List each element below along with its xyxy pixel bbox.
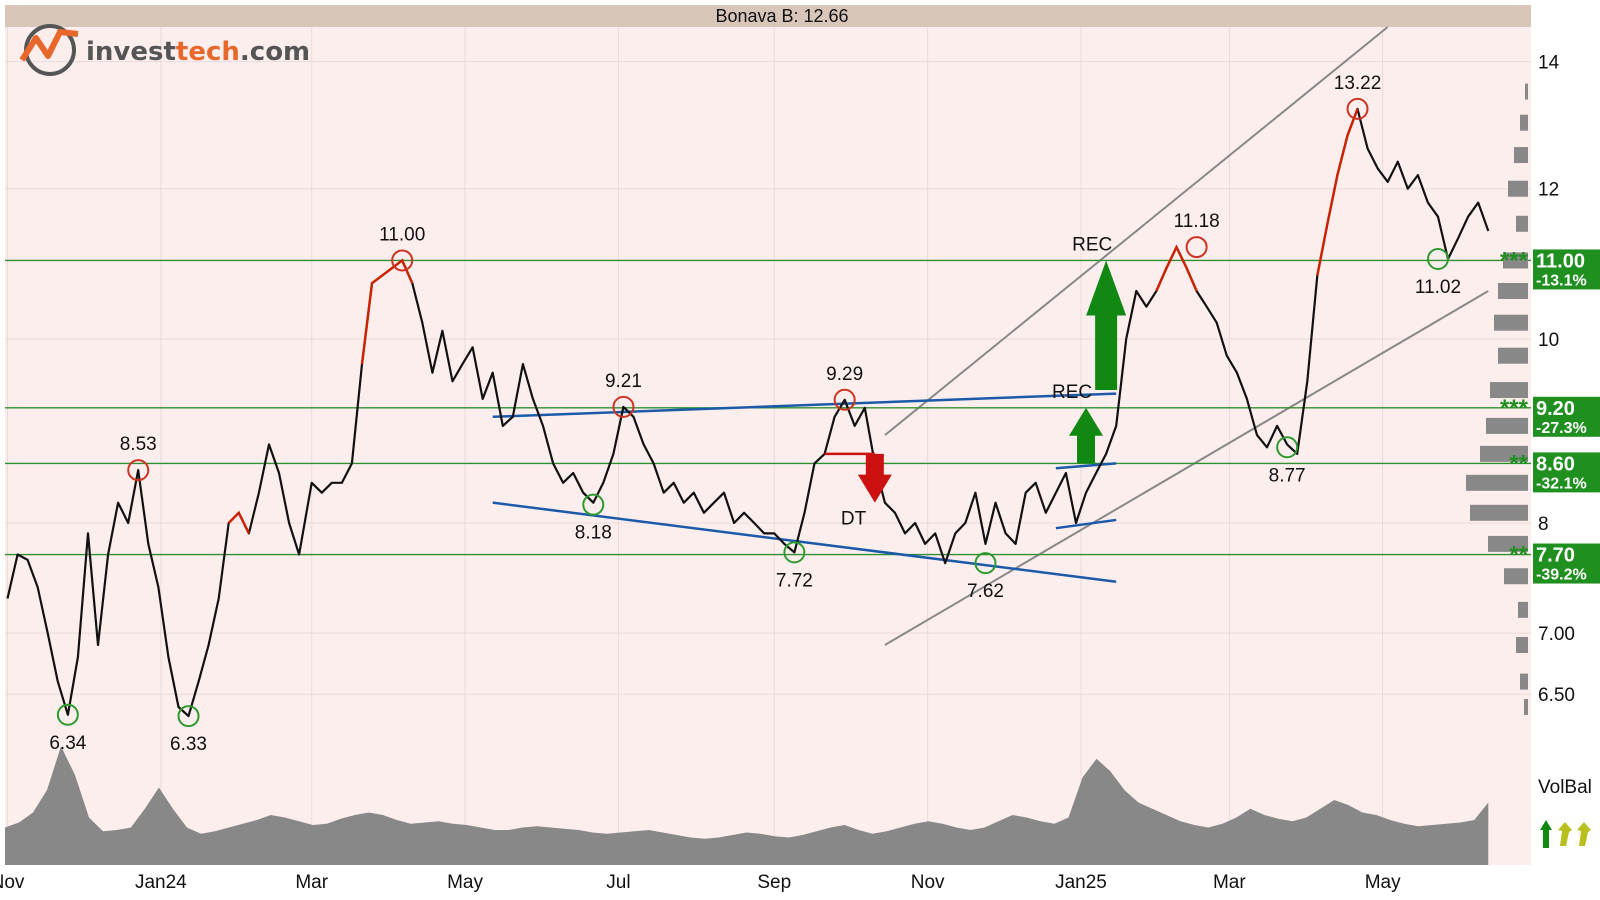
y-tick-label-5: 6.50 bbox=[1538, 685, 1575, 706]
x-tick-label-2: Mar bbox=[295, 872, 328, 893]
logo-text-main: invest bbox=[86, 37, 176, 67]
support-stars-3: ** bbox=[1509, 542, 1528, 569]
x-axis: Nov Jan24 Mar May Jul Sep Nov Jan25 Mar May bbox=[0, 872, 1401, 893]
pivot-label-1: 6.34 bbox=[49, 733, 86, 754]
support-stars-2: ** bbox=[1509, 450, 1528, 477]
stock-chart: Bonava B: 12.66 REC REC DT 8.53 6.34 6.33 11.… bbox=[0, 5, 1600, 900]
pivot-label-3: 11.00 bbox=[379, 224, 425, 245]
pivot-label-8: 7.62 bbox=[967, 581, 1004, 602]
volume-profile-bar-0 bbox=[1525, 83, 1528, 100]
x-tick-label-7: Jan25 bbox=[1055, 872, 1107, 893]
pivot-label-10: 8.77 bbox=[1269, 465, 1306, 486]
support-level-pct-0: -13.1% bbox=[1536, 272, 1587, 289]
support-level-label-0: 11.00 bbox=[1536, 250, 1585, 272]
signal-label-2: DT bbox=[841, 509, 867, 530]
logo-text: investtech.com bbox=[86, 37, 310, 67]
volume-profile-bar-1 bbox=[1520, 114, 1528, 131]
support-stars-0: *** bbox=[1500, 247, 1529, 274]
volume-profile-bar-17 bbox=[1516, 636, 1528, 653]
volume-profile-bar-13 bbox=[1470, 504, 1528, 521]
y-tick-label-2: 10 bbox=[1538, 330, 1559, 351]
volume-profile-bar-19 bbox=[1524, 699, 1528, 716]
volume-profile-bar-7 bbox=[1494, 314, 1528, 331]
x-tick-label-6: Nov bbox=[911, 872, 945, 893]
x-tick-label-0: Nov bbox=[0, 872, 25, 893]
pivot-label-6: 7.72 bbox=[776, 570, 813, 591]
support-level-label-3: 7.70 bbox=[1536, 545, 1575, 567]
support-level-label-1: 9.20 bbox=[1536, 398, 1575, 420]
support-stars-1: *** bbox=[1500, 395, 1529, 422]
volume-profile-bar-15 bbox=[1504, 568, 1528, 585]
chart-root: Bonava B: 12.66 REC REC DT 8.53 6.34 6.33 11.… bbox=[0, 0, 1600, 900]
x-tick-label-4: Jul bbox=[606, 872, 630, 893]
volume-profile-bar-18 bbox=[1520, 673, 1528, 690]
y-tick-label-1: 12 bbox=[1538, 180, 1559, 201]
volume-profile-bar-8 bbox=[1498, 347, 1528, 364]
pivot-label-11: 13.22 bbox=[1334, 73, 1382, 94]
y-tick-label-4: 7.00 bbox=[1538, 624, 1575, 645]
x-tick-label-9: May bbox=[1365, 872, 1401, 893]
pivot-label-9: 11.18 bbox=[1174, 211, 1220, 232]
y-tick-label-3: 8 bbox=[1538, 514, 1549, 535]
volume-profile-bar-6 bbox=[1498, 282, 1528, 299]
volume-label: VolBal bbox=[1538, 777, 1592, 798]
pivot-label-5: 9.21 bbox=[605, 371, 642, 392]
volume-profile-bar-4 bbox=[1516, 215, 1528, 232]
x-tick-label-3: May bbox=[447, 872, 483, 893]
x-tick-label-1: Jan24 bbox=[135, 872, 187, 893]
volume-profile-bar-2 bbox=[1514, 147, 1528, 164]
x-tick-label-8: Mar bbox=[1213, 872, 1246, 893]
volume-profile-bar-16 bbox=[1518, 601, 1528, 618]
chart-title: Bonava B: 12.66 bbox=[715, 6, 848, 26]
pivot-label-2: 6.33 bbox=[170, 734, 207, 755]
logo-text-suffix: .com bbox=[240, 37, 310, 67]
volume-profile-bar-3 bbox=[1508, 180, 1528, 197]
x-tick-label-5: Sep bbox=[757, 872, 791, 893]
support-level-pct-3: -39.2% bbox=[1536, 567, 1587, 584]
plot-background bbox=[5, 5, 1531, 865]
pivot-label-7: 9.29 bbox=[826, 364, 863, 385]
pivot-label-4: 8.18 bbox=[575, 523, 612, 544]
pivot-label-0: 8.53 bbox=[120, 434, 157, 455]
pivot-label-12: 11.02 bbox=[1415, 277, 1461, 298]
signal-label-0: REC bbox=[1072, 234, 1112, 255]
support-level-label-2: 8.60 bbox=[1536, 453, 1575, 475]
support-level-pct-2: -32.1% bbox=[1536, 475, 1587, 492]
y-tick-label-0: 14 bbox=[1538, 53, 1560, 74]
logo-text-accent: tech bbox=[176, 37, 240, 67]
support-level-pct-1: -27.3% bbox=[1536, 420, 1587, 437]
signal-label-1: REC bbox=[1052, 382, 1092, 403]
